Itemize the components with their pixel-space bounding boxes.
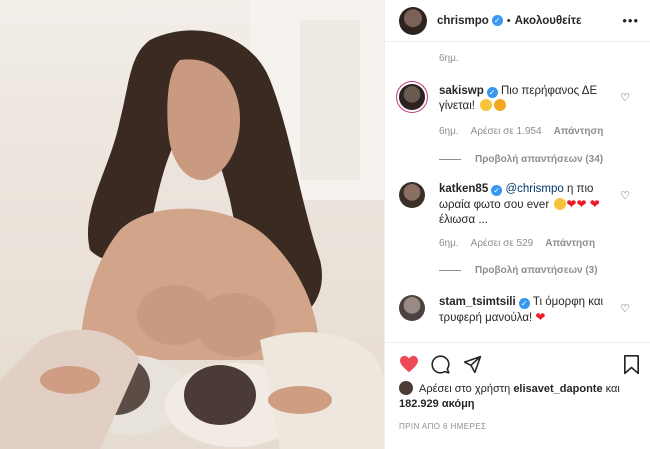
verified-icon: ✓ — [518, 298, 530, 309]
smile-emoji-icon — [480, 99, 493, 111]
view-replies-label: Προβολή απαντήσεων (34) — [475, 154, 604, 165]
like-comment-heart-icon[interactable]: ♡ — [620, 302, 630, 315]
red-heart-icon: ❤ — [589, 197, 600, 211]
separator-dot: • — [506, 14, 511, 27]
verified-icon: ✓ — [491, 185, 503, 196]
verified-icon: ✓ — [486, 87, 498, 98]
post-actions: Αρέσει στο χρήστη elisavet_daponte και 1… — [385, 342, 650, 449]
likes-count[interactable]: 182.929 ακόμη — [399, 398, 475, 410]
comment-text: sakiswp ✓ Πιο περήφανος ΔΕ γίνεται! — [439, 84, 625, 114]
comment-avatar[interactable] — [399, 84, 425, 110]
comment-username[interactable]: sakiswp — [439, 85, 484, 97]
comment-meta: 6ημ. Αρέσει σε 529 Απάντηση — [439, 238, 607, 249]
comment-icon[interactable] — [431, 355, 450, 374]
posted-time[interactable]: ΠΡΙΝ ΑΠΟ 6 ΗΜΕΡΕΣ — [399, 422, 486, 431]
comment-username[interactable]: katken85 — [439, 183, 488, 195]
view-replies-button[interactable]: Προβολή απαντήσεων (3) — [439, 265, 598, 276]
comment-time: 6ημ. — [439, 238, 459, 249]
likes-prefix: Αρέσει στο χρήστη — [419, 383, 511, 395]
comment-username[interactable]: stam_tsimtsili — [439, 296, 516, 308]
comment-text: katken85 ✓ @chrismpo η πιο ωραία φωτο σου… — [439, 182, 625, 228]
like-comment-heart-icon[interactable]: ♡ — [620, 189, 630, 202]
author-avatar[interactable] — [399, 6, 427, 35]
red-heart-icon: ❤ — [535, 310, 546, 324]
previous-comment-time: 6ημ. — [439, 53, 459, 64]
reply-button[interactable]: Απάντηση — [554, 126, 604, 137]
red-heart-icon: ❤ — [576, 197, 587, 211]
post-photo[interactable] — [0, 0, 384, 449]
comment-avatar[interactable] — [399, 295, 425, 321]
comments-panel: chrismpo ✓ • Ακολουθείτε ••• 6ημ. sakisw… — [384, 0, 650, 449]
comment-meta: 6ημ. Αρέσει σε 1.954 Απάντηση — [439, 126, 615, 137]
comment-avatar[interactable] — [399, 182, 425, 208]
raised-hands-emoji-icon — [554, 198, 567, 210]
follow-status[interactable]: Ακολουθείτε — [515, 15, 582, 27]
share-icon[interactable] — [463, 355, 482, 374]
comment-content-2: έλιωσα ... — [439, 214, 488, 226]
more-options-icon[interactable]: ••• — [622, 13, 639, 28]
likes-middle: και — [605, 383, 620, 395]
likes-summary: Αρέσει στο χρήστη elisavet_daponte και 1… — [399, 381, 639, 412]
like-comment-heart-icon[interactable]: ♡ — [620, 91, 630, 104]
reply-button[interactable]: Απάντηση — [545, 238, 595, 249]
post-header: chrismpo ✓ • Ακολουθείτε ••• — [385, 0, 650, 42]
like-heart-icon[interactable] — [399, 355, 419, 373]
mention-link[interactable]: @chrismpo — [505, 183, 563, 195]
photo-illustration — [0, 0, 384, 449]
liker-username[interactable]: elisavet_daponte — [513, 383, 602, 395]
comment-text: stam_tsimtsili ✓ Τι όμορφη και τρυφερή μα… — [439, 295, 625, 326]
divider — [439, 158, 461, 160]
view-replies-label: Προβολή απαντήσεων (3) — [475, 265, 598, 276]
liker-avatar — [399, 381, 413, 395]
bookmark-icon[interactable] — [623, 355, 640, 375]
comment-likes[interactable]: Αρέσει σε 1.954 — [471, 126, 542, 137]
divider — [439, 269, 461, 271]
comment-time: 6ημ. — [439, 126, 459, 137]
author-username[interactable]: chrismpo — [437, 15, 489, 27]
view-replies-button[interactable]: Προβολή απαντήσεων (34) — [439, 154, 603, 165]
heart-eyes-emoji-icon — [494, 99, 507, 111]
verified-icon: ✓ — [491, 15, 503, 26]
red-heart-icon: ❤ — [566, 197, 577, 211]
comment-likes[interactable]: Αρέσει σε 529 — [471, 238, 534, 249]
